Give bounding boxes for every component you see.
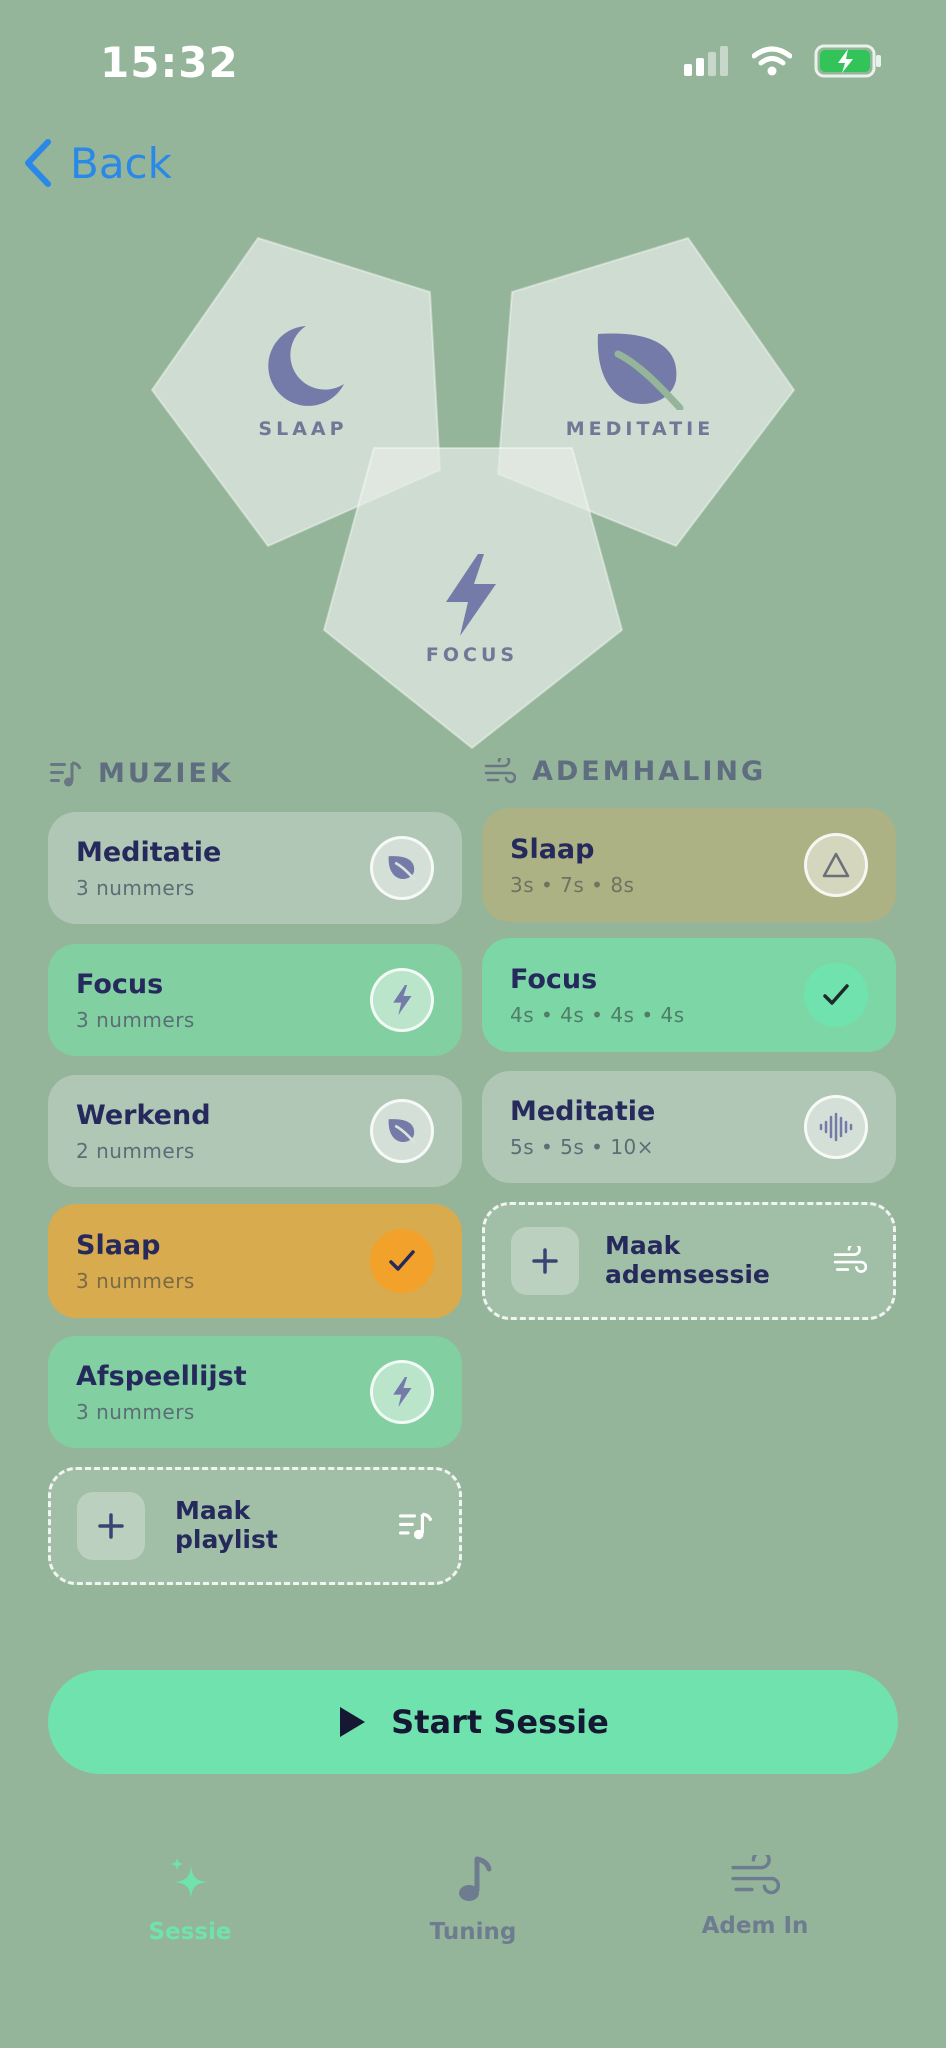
selected-badge [804,963,868,1027]
music-item-focus[interactable]: Focus 3 nummers [48,944,462,1056]
start-session-label: Start Sessie [391,1703,609,1741]
create-playlist-label: Maak playlist [175,1496,278,1555]
music-item-meditatie[interactable]: Meditatie 3 nummers [48,812,462,924]
leaf-icon [388,856,417,881]
create-playlist-button[interactable]: Maak playlist [48,1467,462,1585]
music-note-icon [459,1856,492,1901]
tab-label: Adem In [701,1913,809,1939]
music-item-title: Slaap [76,1229,161,1261]
create-breathing-line2: ademsessie [605,1260,770,1289]
cellular-signal-icon [684,46,728,76]
music-item-subtitle: 3 nummers [76,1007,195,1032]
tab-label: Sessie [148,1919,232,1945]
create-breathing-line1: Maak [605,1231,681,1261]
music-item-afspeellijst[interactable]: Afspeellijst 3 nummers [48,1336,462,1448]
music-item-badge [370,836,434,900]
wind-icon [731,1850,781,1895]
leaf-icon [388,1119,417,1144]
breathing-item-title: Focus [510,963,598,995]
status-time: 15:32 [100,38,239,87]
breathing-item-title: Meditatie [510,1095,656,1127]
music-item-slaap[interactable]: Slaap 3 nummers [48,1204,462,1318]
category-label: MEDITATIE [565,418,715,440]
tab-sessie[interactable]: Sessie [90,1855,290,1945]
music-list-icon [399,1512,433,1540]
music-item-subtitle: 3 nummers [76,875,195,900]
bolt-icon [393,1376,412,1408]
bolt-icon [393,984,412,1016]
check-icon [389,1250,415,1271]
breathing-section-header: ADEMHALING [484,756,766,787]
breathing-item-slaap[interactable]: Slaap 3s • 7s • 8s [482,808,896,922]
check-icon [823,984,849,1005]
category-focus[interactable]: FOCUS [322,446,624,752]
breathing-item-subtitle: 5s • 5s • 10× [510,1134,655,1159]
breathing-item-badge [804,1095,868,1159]
start-session-button[interactable]: Start Sessie [48,1670,898,1774]
create-playlist-line2: playlist [175,1525,278,1554]
back-label: Back [70,138,172,188]
sparkles-icon [170,1857,207,1899]
chevron-left-icon [25,139,51,187]
breathing-item-badge [804,833,868,897]
wifi-icon [752,46,792,76]
music-item-title: Afspeellijst [76,1360,247,1392]
wind-icon [484,757,516,783]
selected-badge [370,1229,434,1293]
breathing-item-subtitle: 3s • 7s • 8s [510,872,635,897]
breathing-item-title: Slaap [510,833,595,865]
plus-icon [511,1227,579,1295]
breathing-item-meditatie[interactable]: Meditatie 5s • 5s • 10× [482,1071,896,1183]
music-item-badge [370,1099,434,1163]
music-item-badge [370,968,434,1032]
breathing-header-label: ADEMHALING [532,756,767,787]
wind-icon [833,1246,867,1273]
music-item-werkend[interactable]: Werkend 2 nummers [48,1075,462,1187]
plus-icon [77,1492,145,1560]
back-button[interactable]: Back [20,138,172,188]
music-item-subtitle: 3 nummers [76,1268,195,1293]
tab-label: Tuning [429,1919,517,1945]
create-breathing-session-button[interactable]: Maak ademsessie [482,1202,896,1320]
bolt-icon [446,554,496,636]
category-label: SLAAP [258,418,348,440]
breathing-item-focus[interactable]: Focus 4s • 4s • 4s • 4s [482,938,896,1052]
music-list-icon [50,761,82,786]
moon-icon [268,326,344,406]
music-item-title: Focus [76,968,164,1000]
leaf-icon [597,333,684,410]
music-section-header: MUZIEK [50,758,234,789]
music-item-badge [370,1360,434,1424]
tab-tuning[interactable]: Tuning [373,1855,573,1945]
breathing-item-subtitle: 4s • 4s • 4s • 4s [510,1002,685,1027]
play-icon [340,1707,366,1737]
music-item-subtitle: 3 nummers [76,1399,195,1424]
status-icons [684,44,882,78]
waveform-icon [819,1112,853,1142]
create-playlist-line1: Maak [175,1496,251,1526]
music-item-title: Werkend [76,1099,211,1131]
music-header-label: MUZIEK [98,758,234,789]
category-label: FOCUS [425,644,519,666]
tab-adem-in[interactable]: Adem In [655,1850,855,1939]
music-item-subtitle: 2 nummers [76,1138,195,1163]
music-item-title: Meditatie [76,836,222,868]
triangle-icon [822,852,850,878]
create-breathing-label: Maak ademsessie [605,1231,770,1290]
battery-charging-icon [814,44,881,78]
